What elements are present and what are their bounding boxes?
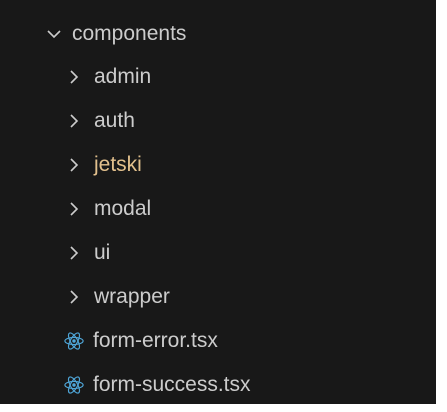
tree-folder-label: components <box>72 22 187 45</box>
tree-folder-wrapper[interactable]: wrapper <box>0 275 436 319</box>
tree-folder-label: admin <box>94 65 152 88</box>
tree-folder-components[interactable]: components <box>0 12 436 56</box>
chevron-right-icon <box>70 246 79 260</box>
tree-folder-jetski[interactable]: jetski <box>0 143 436 187</box>
file-explorer: components admin auth jetski modal ui wr… <box>0 0 436 404</box>
tree-folder-label: ui <box>94 241 111 264</box>
tree-folder-auth[interactable]: auth <box>0 99 436 143</box>
tree-folder-ui[interactable]: ui <box>0 231 436 275</box>
chevron-right-icon <box>70 202 79 216</box>
tree-file-form-error[interactable]: form-error.tsx <box>0 319 436 363</box>
chevron-right-icon <box>70 70 79 84</box>
tree-file-label: form-success.tsx <box>93 373 251 396</box>
tree-file-label: form-error.tsx <box>93 329 218 352</box>
react-icon <box>64 376 84 394</box>
chevron-right-icon <box>70 114 79 128</box>
tree-folder-label: jetski <box>94 153 142 176</box>
tree-folder-admin[interactable]: admin <box>0 55 436 99</box>
tree-folder-label: modal <box>94 197 152 220</box>
chevron-down-icon <box>47 30 61 39</box>
tree-folder-label: wrapper <box>94 285 170 308</box>
chevron-right-icon <box>70 158 79 172</box>
chevron-right-icon <box>70 290 79 304</box>
tree-folder-modal[interactable]: modal <box>0 187 436 231</box>
react-icon <box>64 332 84 350</box>
tree-folder-label: auth <box>94 109 135 132</box>
tree-file-form-success[interactable]: form-success.tsx <box>0 363 436 407</box>
